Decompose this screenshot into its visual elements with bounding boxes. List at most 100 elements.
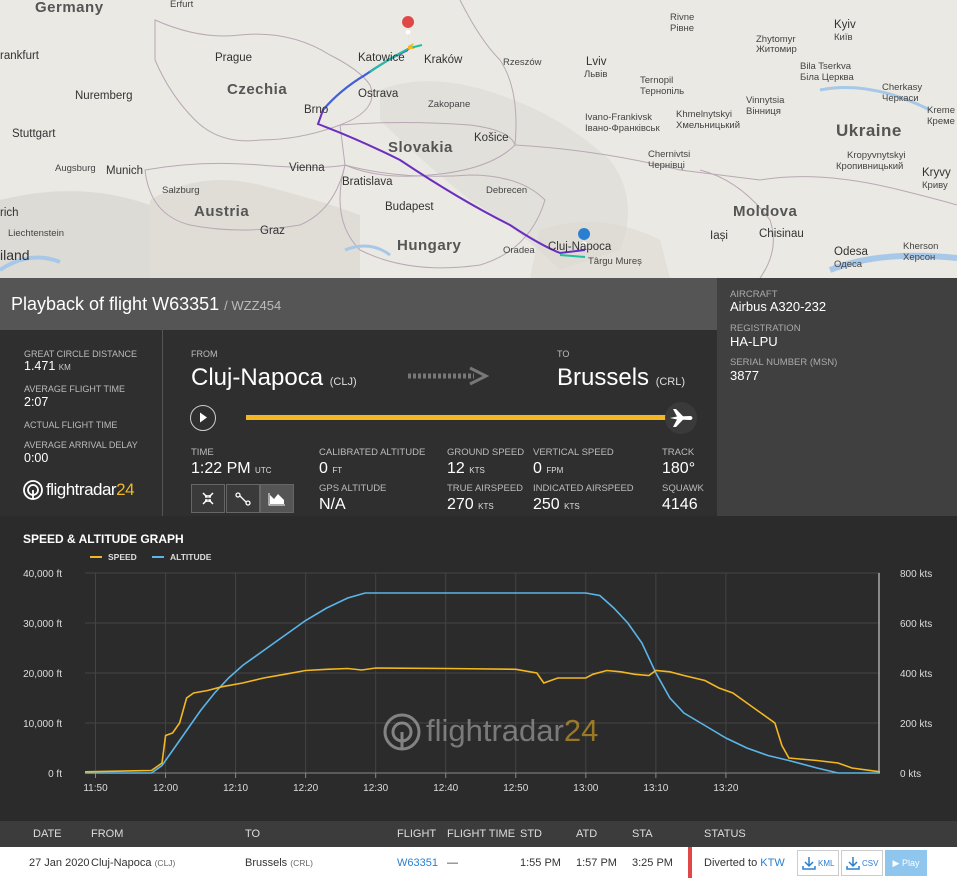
gcd-value: 1.471 KM xyxy=(24,359,71,373)
gcd-label: GREAT CIRCLE DISTANCE xyxy=(24,349,138,359)
serial-value: 3877 xyxy=(730,368,759,383)
x-tick-label: 12:30 xyxy=(363,783,388,794)
playback-play-button[interactable] xyxy=(190,405,216,431)
map-label-city: Одеса xyxy=(834,259,863,270)
y-left-tick-label: 20,000 ft xyxy=(23,669,62,680)
route-arrow-icon xyxy=(408,366,490,386)
map-label-city: Liechtenstein xyxy=(8,228,64,239)
from-city: Cluj-Napoca (CLJ) xyxy=(191,364,357,392)
logo-main: flightradar xyxy=(46,480,117,499)
flight-info-panel: GREAT CIRCLE DISTANCE 1.471 KM AVERAGE F… xyxy=(0,330,717,516)
x-tick-label: 12:40 xyxy=(433,783,458,794)
calt-unit: FT xyxy=(332,466,343,475)
map-label-city: Черкаси xyxy=(882,93,919,104)
status-indicator xyxy=(688,847,692,878)
y-right-tick-label: 400 kts xyxy=(900,669,932,680)
x-tick-label: 12:10 xyxy=(223,783,248,794)
vertical-speed-value: 0 FPM xyxy=(533,460,563,478)
playback-progress-bar[interactable] xyxy=(246,415,696,420)
row-to[interactable]: Brussels (CRL) xyxy=(245,857,313,869)
y-right-tick-label: 600 kts xyxy=(900,619,932,630)
map-label-city: Біла Церква xyxy=(800,72,854,83)
true-airspeed-label: TRUE AIRSPEED xyxy=(447,483,524,494)
route-icon xyxy=(235,492,251,506)
map-label-city: Stuttgart xyxy=(12,128,56,140)
download-kml-button[interactable]: KML xyxy=(797,850,840,876)
map-label-city: Brno xyxy=(304,104,329,116)
show-route-button[interactable] xyxy=(226,484,260,513)
map-label-city: Львів xyxy=(584,69,608,80)
true-airspeed-value: 270 KTS xyxy=(447,496,494,514)
serial-label: SERIAL NUMBER (MSN) xyxy=(730,357,838,368)
map-label-city: Kraków xyxy=(424,54,463,66)
radar-watermark-icon xyxy=(383,713,421,751)
row-atd: 1:57 PM xyxy=(576,857,617,869)
row-date: 27 Jan 2020 xyxy=(29,857,90,869)
indicated-airspeed-value: 250 KTS xyxy=(533,496,580,514)
vs-unit: FPM xyxy=(546,466,564,475)
map-label-country: Germany xyxy=(35,0,104,16)
follow-aircraft-button[interactable] xyxy=(191,484,225,513)
logo-num: 24 xyxy=(116,480,135,499)
aft-value: 2:07 xyxy=(24,395,49,409)
col-status: STATUS xyxy=(704,828,746,840)
playback-progress-fill xyxy=(246,415,687,420)
map-label-city: Munich xyxy=(106,165,144,177)
flight-map[interactable]: Germany Czechia Slovakia Austria Hungary… xyxy=(0,0,957,278)
ground-speed-label: GROUND SPEED xyxy=(447,447,525,458)
speed-altitude-graph-panel: 0 ft 10,000 ft 20,000 ft 30,000 ft 40,000 ft… xyxy=(0,516,957,821)
flight-table-header: DATE FROM TO FLIGHT FLIGHT TIME STD ATD … xyxy=(0,821,957,847)
map-label-city: Erfurt xyxy=(170,0,194,10)
map-label-country: Austria xyxy=(194,203,250,220)
ground-speed-value: 12 KTS xyxy=(447,460,485,478)
legend-altitude-swatch xyxy=(152,556,164,558)
map-label-city: Iași xyxy=(710,230,728,242)
map-label-city: Nuremberg xyxy=(75,90,133,102)
row-flight-time: — xyxy=(447,857,458,869)
callsign: / WZZ454 xyxy=(224,298,282,313)
map-label-city: Khmelnytskyi xyxy=(676,109,732,120)
chart-watermark: flightradar24 xyxy=(383,713,598,751)
map-label-city: Košice xyxy=(474,132,509,144)
calibrated-altitude-label: CALIBRATED ALTITUDE xyxy=(319,447,426,458)
download-csv-button[interactable]: CSV xyxy=(841,850,884,876)
squawk-label: SQUAWK xyxy=(662,483,704,494)
map-label-city: Житомир xyxy=(756,44,797,55)
track-label: TRACK xyxy=(662,447,695,458)
x-tick-label: 12:50 xyxy=(503,783,528,794)
map-label-city: Криву xyxy=(922,180,948,191)
aad-value: 0:00 xyxy=(24,451,49,465)
row-sta: 3:25 PM xyxy=(632,857,673,869)
map-label-country: Ukraine xyxy=(836,121,902,140)
map-label-city: Kyiv xyxy=(834,19,856,31)
calt-number: 0 xyxy=(319,460,328,477)
map-label-city: rankfurt xyxy=(0,50,39,62)
ias-unit: KTS xyxy=(564,502,580,511)
row-status-link[interactable]: KTW xyxy=(760,857,784,869)
download-icon xyxy=(802,857,816,870)
to-city-name: Brussels xyxy=(557,364,650,391)
map-label-city: Чернівці xyxy=(648,160,685,171)
map-label-city: Rzeszów xyxy=(503,57,542,68)
map-label-city: Kherson xyxy=(903,241,939,252)
y-right-tick-label: 0 kts xyxy=(900,769,921,780)
legend-altitude-label: ALTITUDE xyxy=(170,552,212,562)
compress-arrows-icon xyxy=(202,492,214,505)
vs-number: 0 xyxy=(533,460,542,477)
row-from[interactable]: Cluj-Napoca (CLJ) xyxy=(91,857,175,869)
map-label-city: Kropyvnytskyi xyxy=(847,150,906,161)
row-flight[interactable]: W63351 xyxy=(397,857,438,869)
download-icon xyxy=(846,857,860,870)
row-flight-link[interactable]: W63351 xyxy=(397,857,438,869)
row-play-button[interactable]: ▶ Play xyxy=(885,850,927,876)
squawk-value: 4146 xyxy=(662,496,698,513)
map-label-city: Bila Tserkva xyxy=(800,61,852,72)
table-row[interactable]: 27 Jan 2020 Cluj-Napoca (CLJ) Brussels (… xyxy=(0,847,957,878)
airplane-icon[interactable] xyxy=(664,401,698,435)
gps-altitude-label: GPS ALTITUDE xyxy=(319,483,387,494)
map-label-city: Ostrava xyxy=(358,88,399,100)
row-from-city: Cluj-Napoca xyxy=(91,857,152,869)
graph-title: SPEED & ALTITUDE GRAPH xyxy=(23,532,184,546)
show-graph-button[interactable] xyxy=(260,484,294,513)
map-label-city: Graz xyxy=(260,225,285,237)
